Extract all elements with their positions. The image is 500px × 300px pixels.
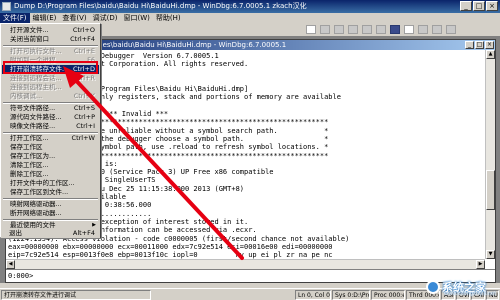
menu-item-open-source[interactable]: 打开源文件... Ctrl+O <box>2 26 99 35</box>
scroll-down-arrow-icon[interactable]: ▼ <box>486 250 495 259</box>
menu-file[interactable]: 文件(F) <box>0 13 30 23</box>
menu-item-kernel-debug[interactable]: 内核调试... Ctrl+K <box>2 92 99 101</box>
menu-item-open-workspace-file[interactable]: 打开文件中的工作区... <box>2 179 99 188</box>
menu-item-save-workspace[interactable]: 保存工作区 <box>2 143 99 152</box>
toolbar-scratchpad-icon[interactable] <box>404 25 414 34</box>
menu-item-disconnect-network-drive[interactable]: 断开网络驱动器... <box>2 209 99 218</box>
menu-item-map-network-drive[interactable]: 映射网络驱动器... <box>2 200 99 209</box>
menu-item-save-workspace-file[interactable]: 保存工作区到文件... <box>2 188 99 197</box>
child-maximize-button[interactable]: □ <box>475 41 484 49</box>
status-bar: 打开崩溃转存文件进行调试 Ln 0, Col 0 Sys 0:D:\Prog P… <box>0 288 500 300</box>
menu-item-close-window[interactable]: 关闭当前窗口 Ctrl+F4 <box>2 35 99 44</box>
vertical-scroll-thumb[interactable] <box>486 170 495 210</box>
status-process: Proc 000:e88 <box>371 290 405 300</box>
status-thread: Thrd 000:e8c <box>406 290 440 300</box>
child-close-button[interactable]: × <box>485 41 494 49</box>
vertical-scrollbar[interactable]: ▲ ▼ <box>485 50 495 259</box>
close-button[interactable]: × <box>486 1 498 11</box>
toolbar-options-icon[interactable] <box>432 25 442 34</box>
toolbar-locals-icon[interactable] <box>348 25 358 34</box>
status-asm: ASM <box>441 290 455 300</box>
menu-item-symbol-path[interactable]: 符号文件路径... Ctrl+S <box>2 104 99 113</box>
file-menu-dropdown: 打开源文件... Ctrl+O 关闭当前窗口 Ctrl+F4 打开可执行文件... C… <box>0 23 101 238</box>
menu-debug[interactable]: 调试(D) <box>90 13 121 23</box>
menu-item-connect-remote-session[interactable]: 连接到远程会话... Ctrl+R <box>2 74 99 83</box>
window-controls: _ □ × <box>460 1 498 11</box>
toolbar-watch-icon[interactable] <box>376 25 386 34</box>
menu-item-open-workspace[interactable]: 打开工作区... Ctrl+W <box>2 134 99 143</box>
scroll-left-arrow-icon[interactable]: ◀ <box>6 260 15 269</box>
status-system: Sys 0:D:\Prog <box>332 290 370 300</box>
menu-item-save-workspace-as[interactable]: 保存工作区为... <box>2 152 99 161</box>
menu-view[interactable]: 查看(V) <box>59 13 89 23</box>
toolbar-help-icon[interactable] <box>446 25 456 34</box>
title-bar: Dump D:\Program Files\baidu\Baidu Hi\Bai… <box>0 0 500 13</box>
child-minimize-button[interactable]: _ <box>465 41 474 49</box>
toolbar-disassembly-icon[interactable] <box>390 25 400 34</box>
status-message: 打开崩溃转存文件进行调试 <box>1 290 151 300</box>
menu-item-image-path[interactable]: 映像文件路径... Ctrl+I <box>2 122 99 131</box>
window-title: Dump D:\Program Files\baidu\Baidu Hi\Bai… <box>14 2 307 10</box>
status-num: NUM <box>486 290 499 300</box>
toolbar-registers-icon[interactable] <box>334 25 344 34</box>
scroll-up-arrow-icon[interactable]: ▲ <box>486 50 495 59</box>
menu-bar: 文件(F) 编辑(E) 查看(V) 调试(D) 窗口(W) 帮助(H) <box>0 13 500 23</box>
menu-item-open-crash-dump[interactable]: 打开崩溃转存文件... Ctrl+D <box>2 65 99 74</box>
menu-item-attach-process[interactable]: 附加到一个进程... F6 <box>2 56 99 65</box>
menu-item-source-path[interactable]: 源代码文件路径... Ctrl+P <box>2 113 99 122</box>
menu-item-delete-workspace[interactable]: 删除工作区... <box>2 170 99 179</box>
menu-help[interactable]: 帮助(H) <box>153 13 184 23</box>
toolbar-memory-icon[interactable] <box>320 25 330 34</box>
toolbar-callstack-icon[interactable] <box>362 25 372 34</box>
menu-item-connect-remote-stub[interactable]: 连接到远程主机... <box>2 83 99 92</box>
status-caps: CAPS <box>471 290 485 300</box>
menu-item-open-executable[interactable]: 打开可执行文件... Ctrl+E <box>2 47 99 56</box>
command-prompt: 0:000> <box>8 272 34 280</box>
windbg-app-icon[interactable] <box>2 2 11 11</box>
menu-item-exit[interactable]: 退出 Alt+F4 <box>1 229 100 238</box>
horizontal-scrollbar[interactable]: ◀ ▶ <box>6 259 485 269</box>
command-input[interactable]: 0:000> <box>6 269 495 282</box>
command-window-controls: _ □ × <box>465 41 494 49</box>
toolbar-source-window-icon[interactable] <box>306 25 316 34</box>
menu-edit[interactable]: 编辑(E) <box>30 13 60 23</box>
menu-item-clear-workspace[interactable]: 清除工作区... <box>2 161 99 170</box>
menu-window[interactable]: 窗口(W) <box>121 13 153 23</box>
toolbar-font-icon[interactable] <box>418 25 428 34</box>
minimize-button[interactable]: _ <box>460 1 472 11</box>
maximize-button[interactable]: □ <box>473 1 485 11</box>
status-ovr: OVR <box>456 290 470 300</box>
status-cursor-position: Ln 0, Col 0 <box>295 290 331 300</box>
scroll-right-arrow-icon[interactable]: ▶ <box>476 260 485 269</box>
